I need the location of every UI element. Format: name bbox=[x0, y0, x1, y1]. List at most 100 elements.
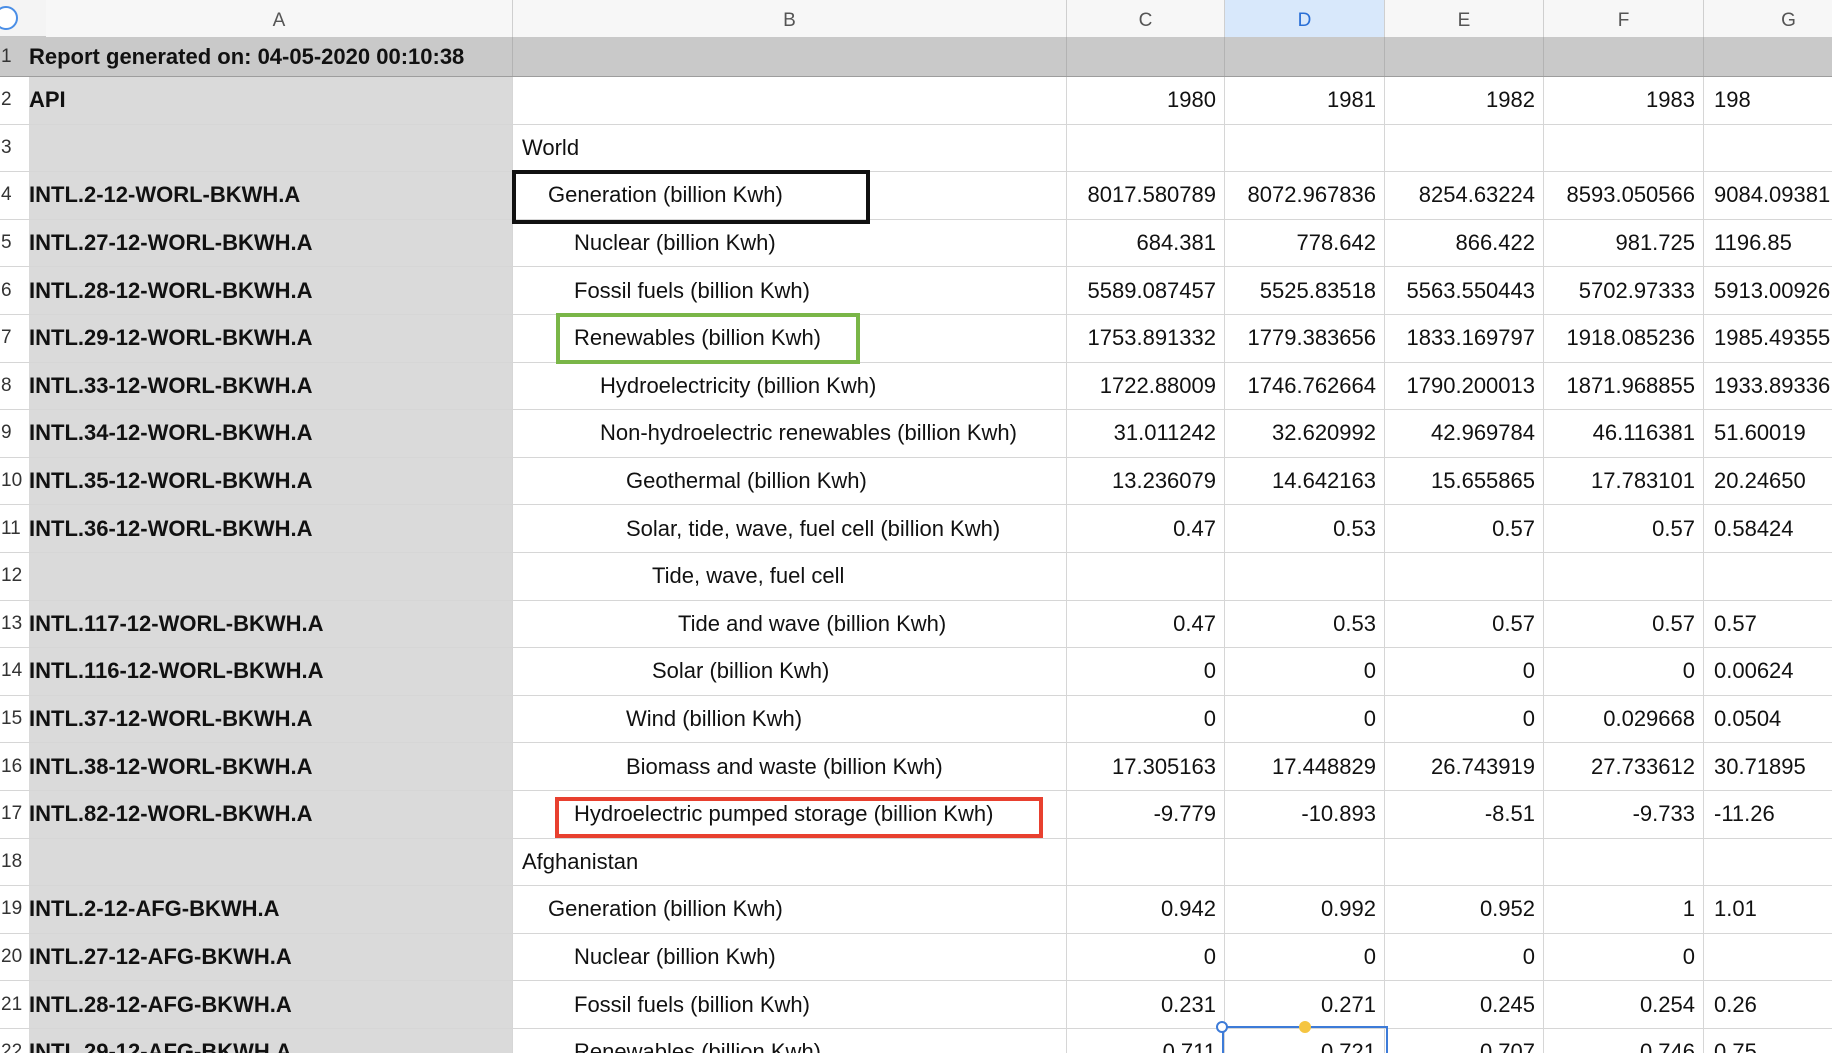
value-cell-e[interactable] bbox=[1385, 553, 1544, 600]
value-cell-f[interactable]: 5702.97333 bbox=[1544, 267, 1704, 314]
value-cell-f[interactable]: 0.254 bbox=[1544, 981, 1704, 1028]
selection-fill-handle[interactable] bbox=[1299, 1021, 1311, 1033]
value-cell-f[interactable]: 46.116381 bbox=[1544, 410, 1704, 457]
value-cell-d[interactable] bbox=[1225, 838, 1385, 886]
value-cell-d[interactable]: 14.642163 bbox=[1225, 457, 1385, 505]
value-cell-e[interactable]: 0 bbox=[1385, 648, 1544, 695]
value-cell-e[interactable]: 5563.550443 bbox=[1385, 267, 1544, 314]
value-cell-g[interactable]: 1933.89336 bbox=[1704, 363, 1832, 410]
label-cell[interactable]: Nuclear (billion Kwh) bbox=[513, 219, 1067, 267]
cell[interactable] bbox=[1225, 37, 1385, 76]
row-number[interactable]: 11 bbox=[0, 505, 29, 552]
api-cell[interactable]: INTL.28-12-AFG-BKWH.A bbox=[29, 981, 513, 1028]
selection-start-handle[interactable] bbox=[1216, 1021, 1228, 1033]
row-number[interactable]: 9 bbox=[0, 410, 29, 457]
value-cell-c[interactable]: 0.942 bbox=[1067, 886, 1225, 933]
value-cell-c[interactable]: 0.47 bbox=[1067, 505, 1225, 552]
value-cell-g[interactable]: 1196.85 bbox=[1704, 220, 1832, 267]
value-cell-e[interactable]: 866.422 bbox=[1385, 219, 1544, 267]
api-cell[interactable]: INTL.82-12-WORL-BKWH.A bbox=[29, 791, 513, 838]
column-header-d[interactable]: D bbox=[1225, 0, 1385, 37]
value-cell-e[interactable]: 0.707 bbox=[1385, 1029, 1544, 1053]
value-cell-e[interactable]: 0.57 bbox=[1385, 600, 1544, 648]
value-cell-c[interactable]: 0.47 bbox=[1067, 600, 1225, 648]
value-cell-g[interactable]: 1985.49355 bbox=[1704, 315, 1832, 362]
cell[interactable] bbox=[513, 37, 1067, 76]
value-cell-g[interactable]: 198 bbox=[1704, 77, 1832, 124]
value-cell-f[interactable] bbox=[1544, 838, 1704, 886]
value-cell-d[interactable]: 32.620992 bbox=[1225, 410, 1385, 457]
value-cell-d[interactable]: 17.448829 bbox=[1225, 743, 1385, 790]
value-cell-c[interactable]: 1980 bbox=[1067, 77, 1225, 124]
value-cell-g[interactable] bbox=[1704, 553, 1832, 600]
api-cell[interactable]: INTL.38-12-WORL-BKWH.A bbox=[29, 743, 513, 790]
row-number[interactable]: 8 bbox=[0, 363, 29, 410]
value-cell-c[interactable]: 1753.891332 bbox=[1067, 315, 1225, 362]
value-cell-e[interactable]: 8254.63224 bbox=[1385, 172, 1544, 219]
row-number[interactable]: 17 bbox=[0, 791, 29, 838]
row-number[interactable]: 15 bbox=[0, 696, 29, 743]
value-cell-g[interactable]: 0.0504 bbox=[1704, 696, 1832, 743]
value-cell-e[interactable]: 1790.200013 bbox=[1385, 362, 1544, 410]
value-cell-g[interactable]: 20.24650 bbox=[1704, 458, 1832, 505]
value-cell-d[interactable]: 0.992 bbox=[1225, 886, 1385, 933]
value-cell-g[interactable] bbox=[1704, 125, 1832, 172]
row-number[interactable]: 21 bbox=[0, 981, 29, 1028]
label-cell[interactable]: Wind (billion Kwh) bbox=[513, 695, 1067, 743]
value-cell-e[interactable]: 0.57 bbox=[1385, 505, 1544, 552]
value-cell-c[interactable]: 0 bbox=[1067, 648, 1225, 695]
value-cell-c[interactable]: 31.011242 bbox=[1067, 410, 1225, 457]
label-cell[interactable]: Fossil fuels (billion Kwh) bbox=[513, 981, 1067, 1028]
row-number[interactable]: 13 bbox=[0, 601, 29, 648]
row-number[interactable]: 4 bbox=[0, 172, 29, 219]
row-number[interactable]: 1 bbox=[0, 37, 29, 76]
value-cell-f[interactable]: 0 bbox=[1544, 648, 1704, 695]
value-cell-d[interactable] bbox=[1225, 553, 1385, 600]
label-cell[interactable]: Generation (billion Kwh) bbox=[513, 886, 1067, 933]
value-cell-f[interactable]: 27.733612 bbox=[1544, 743, 1704, 790]
value-cell-d[interactable]: 5525.83518 bbox=[1225, 267, 1385, 314]
api-cell[interactable] bbox=[29, 838, 513, 886]
row-number[interactable]: 18 bbox=[0, 839, 29, 886]
row-number[interactable]: 5 bbox=[0, 220, 29, 267]
value-cell-d[interactable]: 1746.762664 bbox=[1225, 362, 1385, 410]
value-cell-g[interactable]: 51.60019 bbox=[1704, 410, 1832, 457]
api-cell[interactable]: INTL.29-12-AFG-BKWH.A bbox=[29, 1029, 513, 1053]
value-cell-e[interactable]: 42.969784 bbox=[1385, 410, 1544, 457]
api-cell[interactable]: INTL.117-12-WORL-BKWH.A bbox=[29, 600, 513, 648]
api-cell[interactable]: INTL.28-12-WORL-BKWH.A bbox=[29, 267, 513, 314]
value-cell-f[interactable] bbox=[1544, 553, 1704, 600]
value-cell-g[interactable]: 5913.00926 bbox=[1704, 267, 1832, 314]
row-number[interactable]: 16 bbox=[0, 743, 29, 790]
row-number[interactable]: 22 bbox=[0, 1029, 29, 1053]
value-cell-g[interactable]: 0.75 bbox=[1704, 1029, 1832, 1053]
value-cell-c[interactable]: 1722.88009 bbox=[1067, 362, 1225, 410]
api-cell[interactable]: INTL.27-12-AFG-BKWH.A bbox=[29, 933, 513, 981]
row-number[interactable]: 2 bbox=[0, 77, 29, 124]
row-number[interactable]: 14 bbox=[0, 648, 29, 695]
value-cell-d[interactable]: 1981 bbox=[1225, 77, 1385, 124]
api-cell[interactable]: INTL.27-12-WORL-BKWH.A bbox=[29, 219, 513, 267]
value-cell-e[interactable]: 15.655865 bbox=[1385, 457, 1544, 505]
column-header-b[interactable]: B bbox=[513, 0, 1067, 37]
value-cell-g[interactable]: 1.01 bbox=[1704, 886, 1832, 933]
label-cell[interactable]: Biomass and waste (billion Kwh) bbox=[513, 743, 1067, 790]
value-cell-c[interactable]: 0 bbox=[1067, 933, 1225, 981]
value-cell-d[interactable]: 0 bbox=[1225, 648, 1385, 695]
value-cell-g[interactable]: 30.71895 bbox=[1704, 743, 1832, 790]
api-cell[interactable]: INTL.2-12-WORL-BKWH.A bbox=[29, 172, 513, 219]
value-cell-e[interactable]: 0.245 bbox=[1385, 981, 1544, 1028]
value-cell-g[interactable]: 0.58424 bbox=[1704, 505, 1832, 552]
cell[interactable] bbox=[1704, 37, 1832, 76]
value-cell-g[interactable] bbox=[1704, 934, 1832, 981]
report-generated-text[interactable]: Report generated on: 04-05-2020 00:10:38 bbox=[29, 37, 513, 76]
value-cell-f[interactable]: 0.57 bbox=[1544, 600, 1704, 648]
value-cell-g[interactable]: 9084.09381 bbox=[1704, 172, 1832, 219]
value-cell-c[interactable] bbox=[1067, 124, 1225, 172]
row-number[interactable]: 12 bbox=[0, 553, 29, 600]
cell[interactable] bbox=[1067, 37, 1225, 76]
value-cell-d[interactable]: 0 bbox=[1225, 933, 1385, 981]
value-cell-c[interactable]: 684.381 bbox=[1067, 219, 1225, 267]
label-cell[interactable]: Afghanistan bbox=[513, 838, 1067, 886]
column-header-e[interactable]: E bbox=[1385, 0, 1544, 37]
